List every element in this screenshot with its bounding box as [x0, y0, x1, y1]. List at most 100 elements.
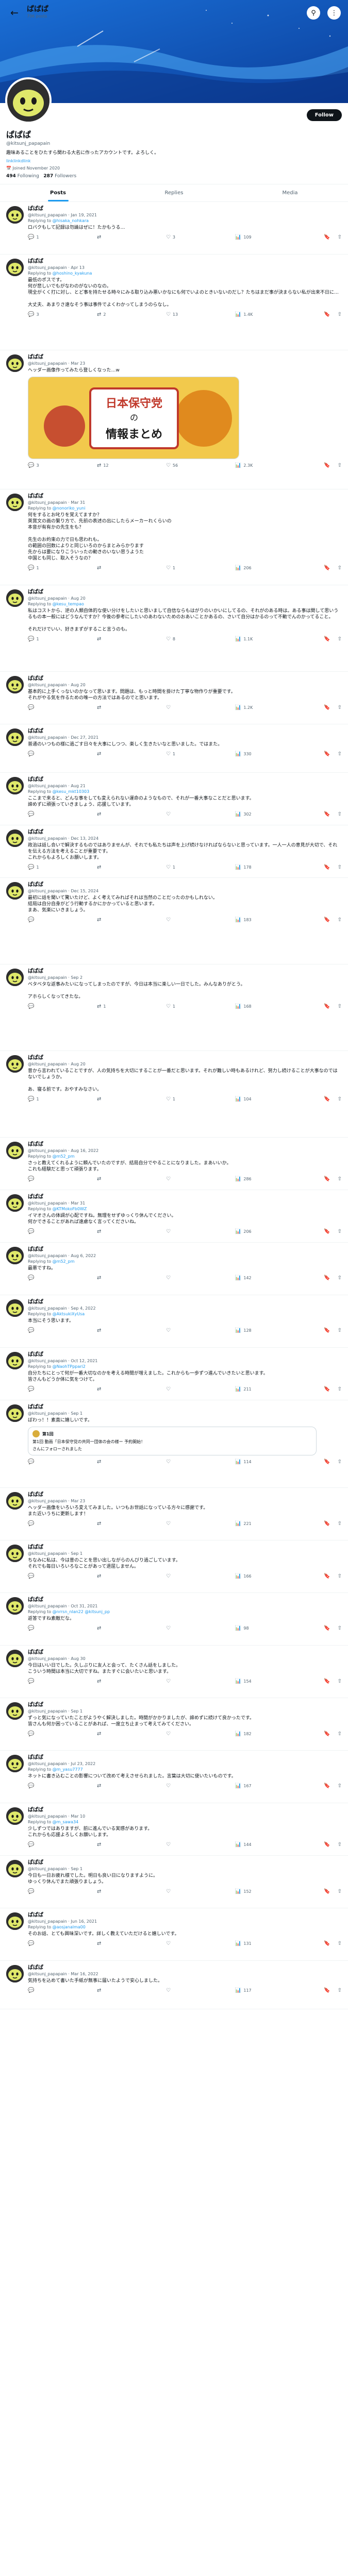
- reply-action[interactable]: 💬 3: [28, 312, 97, 317]
- bookmark-icon[interactable]: 🔖: [324, 1328, 330, 1333]
- share-icon[interactable]: ⇧: [338, 1521, 342, 1527]
- bookmark-icon[interactable]: 🔖: [324, 1988, 330, 1993]
- tweet[interactable]: ぱぱぱ @kitsunj_papapain · Aug 6, 2022 Replyi…: [0, 1243, 348, 1295]
- tweet-author-name[interactable]: ぱぱぱ: [28, 1650, 342, 1656]
- tweet[interactable]: ぱぱぱ @kitsunj_papapain · Apr 13 Replying to…: [0, 255, 348, 350]
- tweet-author-name[interactable]: ぱぱぱ: [28, 206, 342, 212]
- tweet-avatar[interactable]: [6, 1597, 24, 1615]
- like-action[interactable]: ♡ 13: [166, 312, 235, 317]
- bookmark-icon[interactable]: 🔖: [324, 1889, 330, 1894]
- tweet-avatar[interactable]: [6, 206, 24, 224]
- views-action[interactable]: 📊 167: [235, 1783, 304, 1789]
- tweet-avatar[interactable]: [6, 1702, 24, 1720]
- reply-action[interactable]: 💬: [28, 1176, 97, 1182]
- reply-action[interactable]: 💬 1: [28, 565, 97, 571]
- views-action[interactable]: 📊 166: [235, 1573, 304, 1579]
- tweet-avatar[interactable]: [6, 1247, 24, 1264]
- replying-to-handle[interactable]: @hoshino_kyakuna: [53, 271, 92, 276]
- like-action[interactable]: ♡: [166, 1625, 235, 1631]
- repost-action[interactable]: ⇄: [97, 865, 166, 870]
- views-action[interactable]: 📊 1.2K: [235, 705, 304, 710]
- repost-action[interactable]: ⇄: [97, 1229, 166, 1234]
- share-icon[interactable]: ⇧: [338, 1459, 342, 1465]
- tweet-avatar[interactable]: [6, 882, 24, 900]
- share-icon[interactable]: ⇧: [338, 1783, 342, 1789]
- like-action[interactable]: ♡: [166, 1176, 235, 1182]
- tweet[interactable]: ぱぱぱ @kitsunj_papapain · Aug 16, 2022 Reply…: [0, 1138, 348, 1190]
- like-action[interactable]: ♡: [166, 1521, 235, 1527]
- like-action[interactable]: ♡: [166, 1275, 235, 1281]
- reply-action[interactable]: 💬: [28, 751, 97, 757]
- repost-action[interactable]: ⇄: [97, 636, 166, 642]
- quoted-tweet[interactable]: 第1回 第1回 動画「日本保守党の共同一団体の会の様ー 予約開始！ さんにフォローさ…: [28, 1427, 317, 1455]
- reply-action[interactable]: 💬: [28, 1679, 97, 1684]
- tweet-avatar[interactable]: [6, 1352, 24, 1369]
- reply-action[interactable]: 💬 1: [28, 234, 97, 240]
- tweet-author-name[interactable]: ぱぱぱ: [28, 1247, 342, 1253]
- share-icon[interactable]: ⇧: [338, 1889, 342, 1894]
- more-options-icon[interactable]: ⋮: [327, 6, 341, 20]
- reply-action[interactable]: 💬: [28, 1573, 97, 1579]
- repost-action[interactable]: ⇄: [97, 1783, 166, 1789]
- search-icon[interactable]: ⚲: [307, 6, 320, 20]
- repost-action[interactable]: ⇄: [97, 1275, 166, 1281]
- tweet[interactable]: ぱぱぱ @kitsunj_papapain · Sep 1 ちなみに私は、今は昔のこ…: [0, 1540, 348, 1593]
- profile-link[interactable]: linklinkdlink: [6, 159, 342, 163]
- views-action[interactable]: 📊 142: [235, 1275, 304, 1281]
- repost-action[interactable]: ⇄: [97, 234, 166, 240]
- tweet[interactable]: ぱぱぱ @kitsunj_papapain · Aug 20 基本的に上手くっないの…: [0, 672, 348, 724]
- bookmark-icon[interactable]: 🔖: [324, 1679, 330, 1684]
- share-icon[interactable]: ⇧: [338, 1328, 342, 1333]
- back-arrow-icon[interactable]: ←: [7, 6, 22, 20]
- bookmark-icon[interactable]: 🔖: [324, 865, 330, 870]
- profile-avatar[interactable]: [5, 77, 52, 124]
- tweet[interactable]: ぱぱぱ @kitsunj_papapain · Mar 16, 2022 気持ちを込…: [0, 1961, 348, 2009]
- tab-media[interactable]: Media: [232, 184, 348, 201]
- tweet[interactable]: ぱぱぱ @kitsunj_papapain · Oct 12, 2021 Reply…: [0, 1348, 348, 1400]
- views-action[interactable]: 📊 302: [235, 811, 304, 817]
- reply-action[interactable]: 💬 1: [28, 1096, 97, 1102]
- tweet[interactable]: ぱぱぱ @kitsunj_papapain · Dec 27, 2021 普通のいつ…: [0, 724, 348, 773]
- share-icon[interactable]: ⇧: [338, 811, 342, 817]
- tweet-author-name[interactable]: ぱぱぱ: [28, 1492, 342, 1498]
- repost-action[interactable]: ⇄: [97, 1328, 166, 1333]
- tweet-author-name[interactable]: ぱぱぱ: [28, 728, 342, 735]
- repost-action[interactable]: ⇄: [97, 1889, 166, 1894]
- tweet-avatar[interactable]: [6, 589, 24, 607]
- like-action[interactable]: ♡: [166, 1889, 235, 1894]
- tweet[interactable]: ぱぱぱ @kitsunj_papapain · Oct 31, 2021 Reply…: [0, 1593, 348, 1646]
- bookmark-icon[interactable]: 🔖: [324, 751, 330, 757]
- tweet-author-name[interactable]: ぱぱぱ: [28, 494, 342, 500]
- replying-to-handle[interactable]: @AktsukiXyUsa: [53, 1312, 85, 1316]
- bookmark-icon[interactable]: 🔖: [324, 1731, 330, 1737]
- tweet-avatar[interactable]: [6, 1404, 24, 1422]
- share-icon[interactable]: ⇧: [338, 234, 342, 240]
- reply-action[interactable]: 💬: [28, 1386, 97, 1392]
- like-action[interactable]: ♡: [166, 811, 235, 817]
- tweet-author-name[interactable]: ぱぱぱ: [28, 1299, 342, 1306]
- share-icon[interactable]: ⇧: [338, 636, 342, 642]
- follow-button[interactable]: Follow: [306, 109, 342, 121]
- bookmark-icon[interactable]: 🔖: [324, 1459, 330, 1465]
- views-action[interactable]: 📊 152: [235, 1889, 304, 1894]
- tweet-avatar[interactable]: [6, 354, 24, 372]
- share-icon[interactable]: ⇧: [338, 751, 342, 757]
- tweet-avatar[interactable]: [6, 1912, 24, 1930]
- replying-to-handle[interactable]: @nrrsn_nlan22 @kitsunj_pp: [53, 1609, 110, 1614]
- tweet-author-name[interactable]: ぱぱぱ: [28, 882, 342, 888]
- bookmark-icon[interactable]: 🔖: [324, 1275, 330, 1281]
- tweet-author-name[interactable]: ぱぱぱ: [28, 259, 342, 265]
- tweet-author-name[interactable]: ぱぱぱ: [28, 1965, 342, 1971]
- bookmark-icon[interactable]: 🔖: [324, 1004, 330, 1009]
- reply-action[interactable]: 💬: [28, 917, 97, 923]
- share-icon[interactable]: ⇧: [338, 917, 342, 923]
- views-action[interactable]: 📊 286: [235, 1176, 304, 1182]
- replying-to-handle[interactable]: @kesu_tempao: [53, 602, 84, 606]
- reply-action[interactable]: 💬: [28, 1783, 97, 1789]
- views-action[interactable]: 📊 1.1K: [235, 636, 304, 642]
- bookmark-icon[interactable]: 🔖: [324, 1229, 330, 1234]
- tweet[interactable]: ぱぱぱ @kitsunj_papapain · Sep 4, 2022 Replyi…: [0, 1295, 348, 1348]
- bookmark-icon[interactable]: 🔖: [324, 917, 330, 923]
- views-action[interactable]: 📊 98: [235, 1625, 304, 1631]
- bookmark-icon[interactable]: 🔖: [324, 705, 330, 710]
